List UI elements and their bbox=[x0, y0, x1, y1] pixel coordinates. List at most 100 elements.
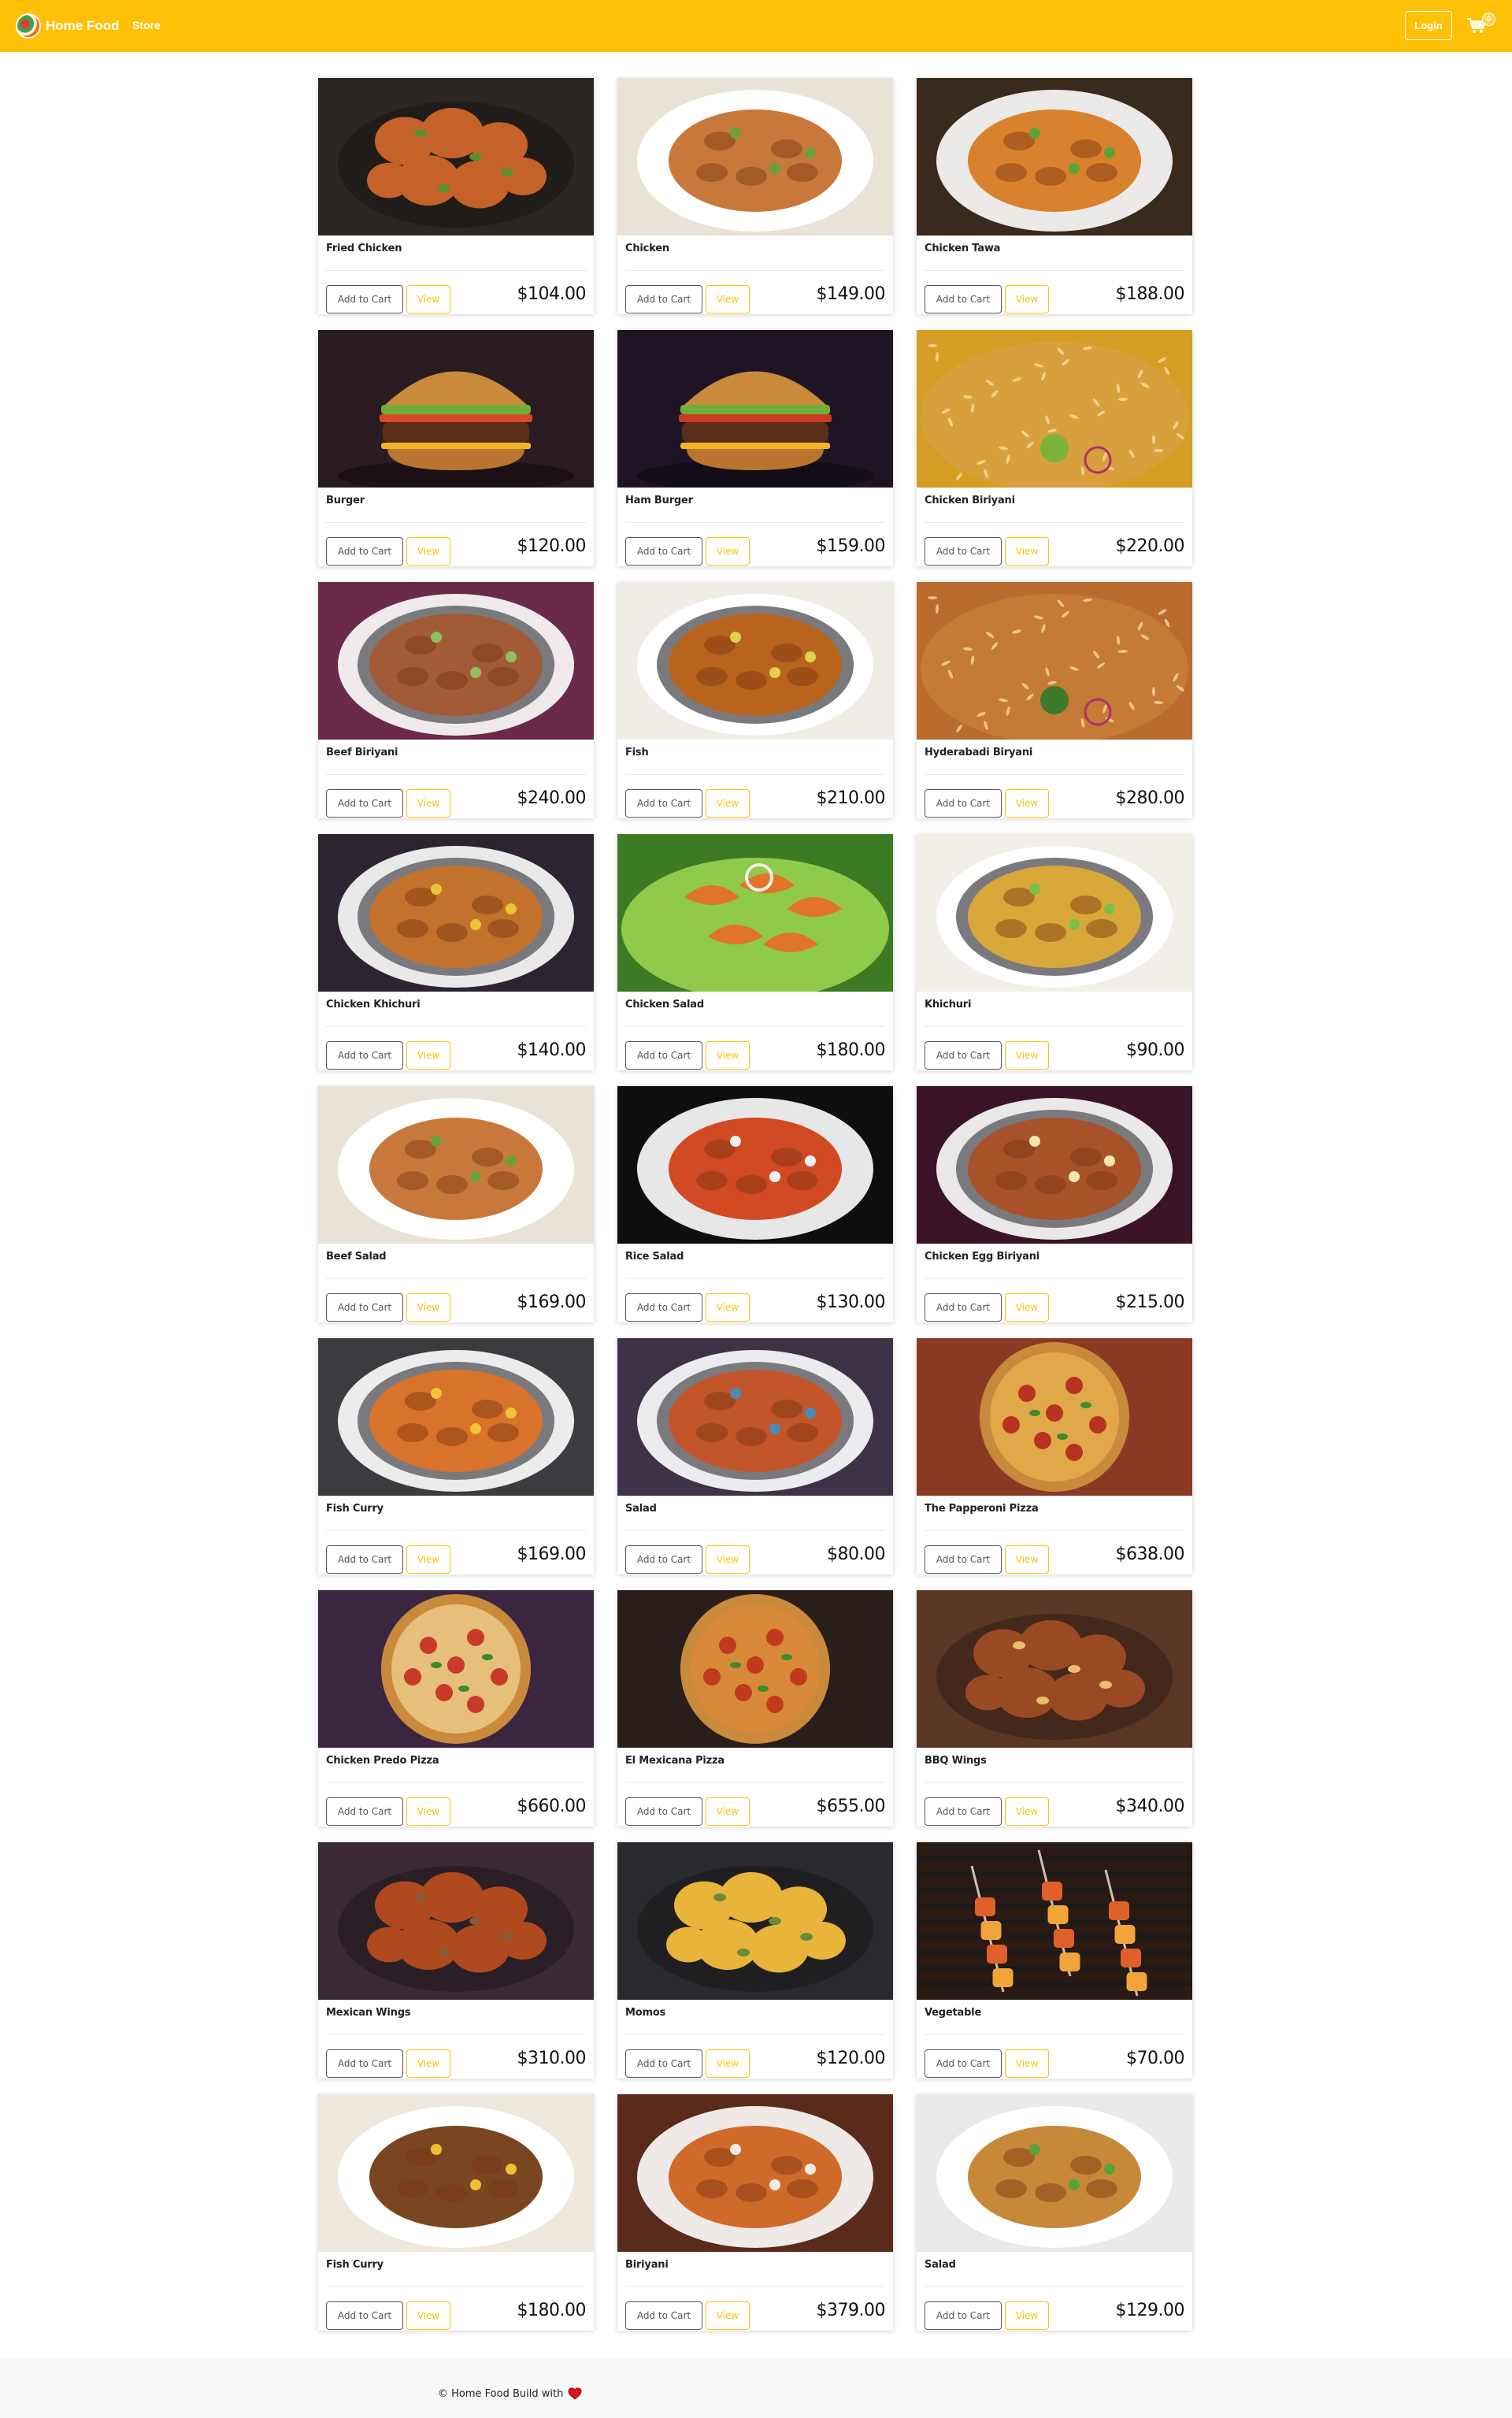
add-to-cart-button[interactable]: Add to Cart bbox=[326, 1041, 403, 1070]
product-image[interactable] bbox=[318, 2094, 594, 2252]
product-image[interactable] bbox=[617, 1590, 893, 1748]
product-image[interactable] bbox=[917, 1338, 1192, 1496]
product-image[interactable] bbox=[917, 582, 1192, 740]
view-button[interactable]: View bbox=[406, 1545, 450, 1574]
product-image[interactable] bbox=[617, 582, 893, 740]
add-to-cart-button[interactable]: Add to Cart bbox=[925, 2049, 1002, 2078]
product-name: Salad bbox=[625, 1503, 657, 1515]
product-card: Fish Curry Add to Cart View $169.00 bbox=[318, 1338, 594, 1574]
add-to-cart-button[interactable]: Add to Cart bbox=[925, 1797, 1002, 1826]
add-to-cart-button[interactable]: Add to Cart bbox=[326, 1545, 403, 1574]
product-card: Momos Add to Cart View $120.00 bbox=[617, 1842, 893, 2079]
add-to-cart-button[interactable]: Add to Cart bbox=[625, 537, 702, 566]
product-image[interactable] bbox=[318, 1338, 594, 1496]
nav-link-store[interactable]: Store bbox=[132, 19, 161, 32]
add-to-cart-button[interactable]: Add to Cart bbox=[925, 1293, 1002, 1322]
view-button[interactable]: View bbox=[1005, 2301, 1049, 2330]
food-photo-image bbox=[617, 1842, 893, 2000]
view-button[interactable]: View bbox=[406, 285, 450, 313]
add-to-cart-button[interactable]: Add to Cart bbox=[326, 2301, 403, 2330]
view-button[interactable]: View bbox=[706, 789, 750, 818]
product-card: Vegetable Add to Cart View $70.00 bbox=[917, 1842, 1192, 2079]
product-image[interactable] bbox=[318, 1842, 594, 2000]
product-image[interactable] bbox=[917, 1842, 1192, 2000]
product-image[interactable] bbox=[318, 1590, 594, 1748]
add-to-cart-button[interactable]: Add to Cart bbox=[925, 2301, 1002, 2330]
product-image[interactable] bbox=[917, 1086, 1192, 1244]
brand-name: Home Food bbox=[46, 18, 120, 33]
product-image[interactable] bbox=[617, 330, 893, 488]
add-to-cart-button[interactable]: Add to Cart bbox=[625, 1041, 702, 1070]
view-button[interactable]: View bbox=[406, 1797, 450, 1826]
product-image[interactable] bbox=[318, 1086, 594, 1244]
food-photo-image bbox=[917, 1842, 1192, 2000]
view-button[interactable]: View bbox=[706, 285, 750, 313]
add-to-cart-button[interactable]: Add to Cart bbox=[625, 1293, 702, 1322]
view-button[interactable]: View bbox=[406, 789, 450, 818]
view-button[interactable]: View bbox=[706, 1293, 750, 1322]
view-button[interactable]: View bbox=[1005, 2049, 1049, 2078]
add-to-cart-button[interactable]: Add to Cart bbox=[326, 2049, 403, 2078]
view-button[interactable]: View bbox=[1005, 1545, 1049, 1574]
add-to-cart-button[interactable]: Add to Cart bbox=[925, 789, 1002, 818]
product-price: $180.00 bbox=[816, 1040, 886, 1060]
product-image[interactable] bbox=[917, 834, 1192, 992]
view-button[interactable]: View bbox=[1005, 789, 1049, 818]
view-button[interactable]: View bbox=[1005, 1041, 1049, 1070]
product-image[interactable] bbox=[318, 582, 594, 740]
add-to-cart-button[interactable]: Add to Cart bbox=[326, 789, 403, 818]
product-image[interactable] bbox=[318, 834, 594, 992]
view-button[interactable]: View bbox=[406, 1293, 450, 1322]
add-to-cart-button[interactable]: Add to Cart bbox=[625, 1797, 702, 1826]
view-button[interactable]: View bbox=[706, 537, 750, 566]
cart-button[interactable]: 0 bbox=[1466, 13, 1498, 38]
login-button[interactable]: Login bbox=[1405, 11, 1452, 40]
add-to-cart-button[interactable]: Add to Cart bbox=[326, 537, 403, 566]
product-image[interactable] bbox=[617, 1842, 893, 2000]
product-image[interactable] bbox=[617, 834, 893, 992]
card-divider bbox=[625, 2034, 885, 2035]
view-button[interactable]: View bbox=[1005, 1797, 1049, 1826]
view-button[interactable]: View bbox=[706, 1041, 750, 1070]
view-button[interactable]: View bbox=[706, 2049, 750, 2078]
product-image[interactable] bbox=[917, 78, 1192, 235]
add-to-cart-button[interactable]: Add to Cart bbox=[925, 1545, 1002, 1574]
view-button[interactable]: View bbox=[706, 1545, 750, 1574]
product-image[interactable] bbox=[318, 330, 594, 488]
product-image[interactable] bbox=[617, 78, 893, 235]
view-button[interactable]: View bbox=[1005, 1293, 1049, 1322]
view-button[interactable]: View bbox=[406, 2301, 450, 2330]
add-to-cart-button[interactable]: Add to Cart bbox=[326, 1293, 403, 1322]
add-to-cart-button[interactable]: Add to Cart bbox=[925, 1041, 1002, 1070]
add-to-cart-button[interactable]: Add to Cart bbox=[625, 2049, 702, 2078]
view-button[interactable]: View bbox=[406, 537, 450, 566]
add-to-cart-button[interactable]: Add to Cart bbox=[625, 2301, 702, 2330]
add-to-cart-button[interactable]: Add to Cart bbox=[625, 285, 702, 313]
product-image[interactable] bbox=[617, 1338, 893, 1496]
view-button[interactable]: View bbox=[706, 1797, 750, 1826]
view-button[interactable]: View bbox=[1005, 537, 1049, 566]
product-name: Fried Chicken bbox=[326, 243, 402, 254]
footer-text: © Home Food Build with bbox=[438, 2387, 564, 2400]
product-image[interactable] bbox=[917, 330, 1192, 488]
food-photo-image bbox=[917, 1338, 1192, 1496]
add-to-cart-button[interactable]: Add to Cart bbox=[925, 537, 1002, 566]
product-image[interactable] bbox=[318, 78, 594, 235]
add-to-cart-button[interactable]: Add to Cart bbox=[925, 285, 1002, 313]
food-photo-image bbox=[318, 2094, 594, 2252]
brand-link[interactable]: Home Food bbox=[16, 12, 120, 40]
product-image[interactable] bbox=[617, 2094, 893, 2252]
view-button[interactable]: View bbox=[1005, 285, 1049, 313]
add-to-cart-button[interactable]: Add to Cart bbox=[326, 285, 403, 313]
add-to-cart-button[interactable]: Add to Cart bbox=[326, 1797, 403, 1826]
view-button[interactable]: View bbox=[406, 2049, 450, 2078]
product-name: Fish bbox=[625, 747, 649, 758]
product-image[interactable] bbox=[917, 1590, 1192, 1748]
product-card: El Mexicana Pizza Add to Cart View $655.00 bbox=[617, 1590, 893, 1826]
view-button[interactable]: View bbox=[406, 1041, 450, 1070]
add-to-cart-button[interactable]: Add to Cart bbox=[625, 1545, 702, 1574]
add-to-cart-button[interactable]: Add to Cart bbox=[625, 789, 702, 818]
product-image[interactable] bbox=[917, 2094, 1192, 2252]
view-button[interactable]: View bbox=[706, 2301, 750, 2330]
product-image[interactable] bbox=[617, 1086, 893, 1244]
